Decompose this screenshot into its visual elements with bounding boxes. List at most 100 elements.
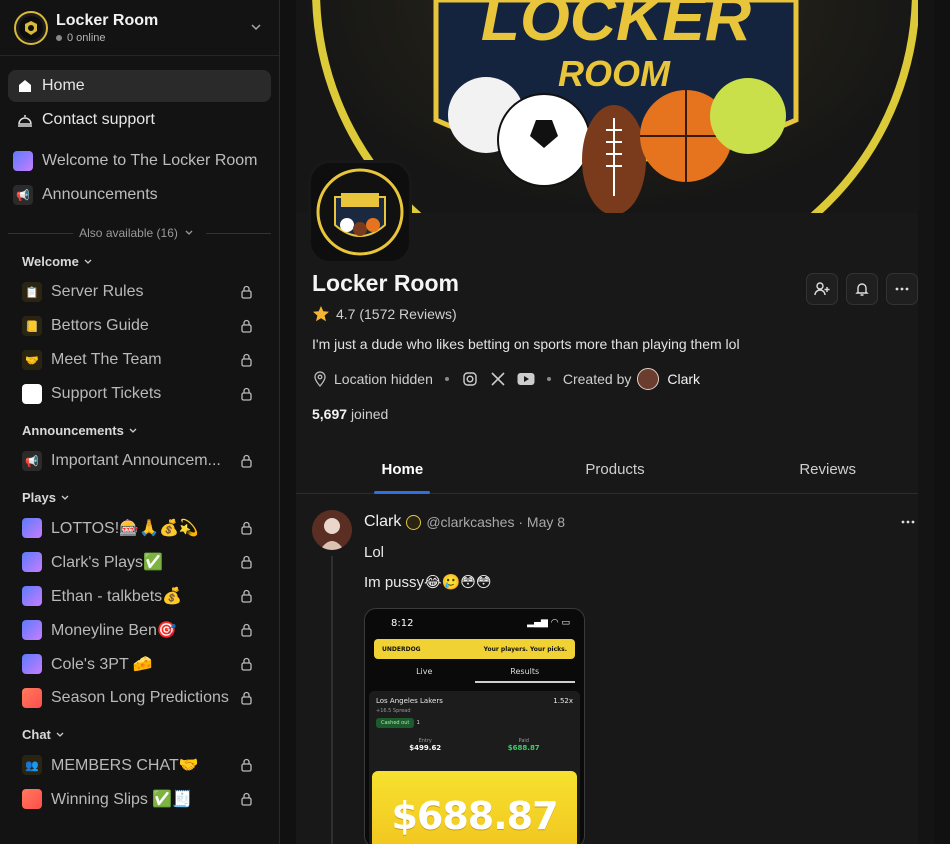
divider-line: [8, 232, 74, 234]
x-twitter-icon[interactable]: [489, 370, 507, 388]
post-author-avatar[interactable]: [312, 510, 352, 550]
instagram-icon[interactable]: [461, 370, 479, 388]
chat-channel-icon: [22, 654, 42, 674]
tab-products[interactable]: Products: [509, 446, 722, 493]
channel-label: Clark's Plays✅: [51, 554, 163, 571]
lock-icon: [241, 555, 252, 569]
meta-row: Location hidden Created by Clark: [312, 368, 922, 390]
post-date: · May 8: [518, 514, 566, 530]
chevron-down-icon: [129, 428, 137, 433]
tab-reviews[interactable]: Reviews: [721, 446, 934, 493]
nav-home[interactable]: Home: [8, 70, 271, 102]
lock-icon: [241, 758, 252, 772]
chat-channel-icon: [22, 620, 42, 640]
channel-support-tickets[interactable]: Support Tickets: [8, 377, 271, 411]
channel-meet-the-team[interactable]: 🤝 Meet The Team: [8, 343, 271, 377]
channel-ethan-talkbets[interactable]: Ethan - talkbets💰: [8, 579, 271, 613]
phone-status-bar: 8:12 ▂▄▆ ◠ ▭: [365, 609, 584, 637]
channel-season-long-predictions[interactable]: Season Long Predictions: [8, 681, 271, 715]
channel-label: Ethan - talkbets💰: [51, 588, 183, 605]
channel-label: Season Long Predictions: [51, 689, 229, 706]
app-root: Locker Room 0 online Home Contact suppor…: [0, 0, 950, 844]
section-title: Announcements: [22, 423, 124, 438]
creator-avatar[interactable]: [637, 368, 660, 390]
creator-name[interactable]: Clark: [667, 371, 700, 387]
lock-icon: [241, 521, 252, 535]
channel-server-rules[interactable]: 📋 Server Rules: [8, 275, 271, 309]
location-pin-icon: [314, 371, 326, 387]
channel-moneyline-ben[interactable]: Moneyline Ben🎯: [8, 613, 271, 647]
slip-multiplier: 1.52x: [553, 697, 573, 705]
channel-welcome-label: Welcome to The Locker Room: [42, 152, 258, 169]
slip-cashed-badge: Cashed out: [376, 718, 415, 728]
sidebar: Locker Room 0 online Home Contact suppor…: [0, 0, 280, 844]
lock-icon: [241, 285, 252, 299]
separator-dot: [546, 377, 551, 381]
youtube-icon[interactable]: [517, 370, 535, 388]
section-chat[interactable]: Chat: [0, 721, 279, 748]
lock-icon: [241, 319, 252, 333]
post-more-button[interactable]: [900, 514, 916, 535]
slip-brand-banner: UNDERDOG Your players. Your picks.: [374, 639, 575, 659]
star-icon: [313, 306, 329, 322]
channel-welcome[interactable]: Welcome to The Locker Room: [8, 144, 271, 178]
channel-announcements-label: Announcements: [42, 186, 158, 203]
channel-winning-slips[interactable]: Winning Slips ✅🧾: [8, 782, 271, 816]
chat-channel-icon: [22, 552, 42, 572]
section-plays[interactable]: Plays: [0, 484, 279, 511]
community-profile: Locker Room 4.7 (1572 Reviews) I'm just …: [312, 270, 922, 422]
lock-icon: [241, 589, 252, 603]
nav-contact-support[interactable]: Contact support: [8, 104, 271, 136]
slip-team: Los Angeles Lakers: [376, 697, 443, 705]
channel-coles-3pt[interactable]: Cole's 3PT 🧀: [8, 647, 271, 681]
rating-row[interactable]: 4.7 (1572 Reviews): [312, 305, 922, 323]
forum-channel-icon: [22, 688, 42, 708]
handshake-icon: 🤝: [22, 350, 42, 370]
phone-status-icons: ▂▄▆ ◠ ▭: [527, 618, 570, 628]
lock-icon: [241, 623, 252, 637]
section-announcements[interactable]: Announcements: [0, 417, 279, 444]
post-text-line-1: Lol: [364, 544, 385, 561]
slip-entry-value: $499.62: [409, 744, 442, 752]
home-icon: [16, 77, 34, 95]
joined-label: joined: [350, 406, 389, 422]
joined-count: 5,697: [312, 406, 348, 422]
banner-title: LOCKER: [481, 0, 751, 54]
tab-home[interactable]: Home: [296, 446, 509, 494]
channel-bettors-guide[interactable]: 📒 Bettors Guide: [8, 309, 271, 343]
channel-label: Bettors Guide: [51, 317, 149, 334]
channel-label: Support Tickets: [51, 385, 162, 402]
rules-icon: 📋: [22, 282, 42, 302]
post-handle[interactable]: @clarkcashes: [426, 514, 514, 530]
scrollbar[interactable]: [918, 0, 934, 844]
post-image-betslip[interactable]: 8:12 ▂▄▆ ◠ ▭ UNDERDOG Your players. Your…: [364, 608, 585, 844]
chat-channel-icon: [22, 518, 42, 538]
section-title: Plays: [22, 490, 56, 505]
divider-line: [205, 232, 271, 234]
channel-label: Important Announcem...: [51, 452, 221, 469]
also-available-label: Also available (16): [79, 226, 178, 240]
channel-label: LOTTOS!🎰🙏💰💫: [51, 520, 199, 537]
section-welcome[interactable]: Welcome: [0, 248, 279, 275]
channel-important-announcements[interactable]: 📢 Important Announcem...: [8, 444, 271, 478]
feed-post: Clark @clarkcashes · May 8 Lol Im pussy😂…: [296, 494, 934, 844]
channel-clarks-plays[interactable]: Clark's Plays✅: [8, 545, 271, 579]
channel-members-chat[interactable]: 👥 MEMBERS CHAT🤝: [8, 748, 271, 782]
post-author[interactable]: Clark: [364, 513, 401, 531]
phone-time: 8:12: [391, 617, 414, 629]
post-header: Clark @clarkcashes · May 8: [364, 513, 565, 531]
separator-dot: [444, 377, 449, 381]
community-avatar: [308, 160, 412, 264]
tennis-ball-icon: [710, 78, 786, 154]
rating-value: 4.7: [336, 306, 356, 322]
channel-announcements[interactable]: 📢 Announcements: [8, 178, 271, 212]
workspace-header[interactable]: Locker Room 0 online: [0, 0, 279, 56]
online-status: 0 online: [56, 32, 158, 44]
also-available-divider[interactable]: Also available (16): [8, 226, 271, 240]
channel-label: Cole's 3PT 🧀: [51, 656, 153, 673]
chevron-down-icon[interactable]: [249, 20, 263, 34]
ticket-icon: [22, 384, 42, 404]
lock-icon: [241, 387, 252, 401]
group-icon: 👥: [22, 755, 42, 775]
channel-lottos[interactable]: LOTTOS!🎰🙏💰💫: [8, 511, 271, 545]
